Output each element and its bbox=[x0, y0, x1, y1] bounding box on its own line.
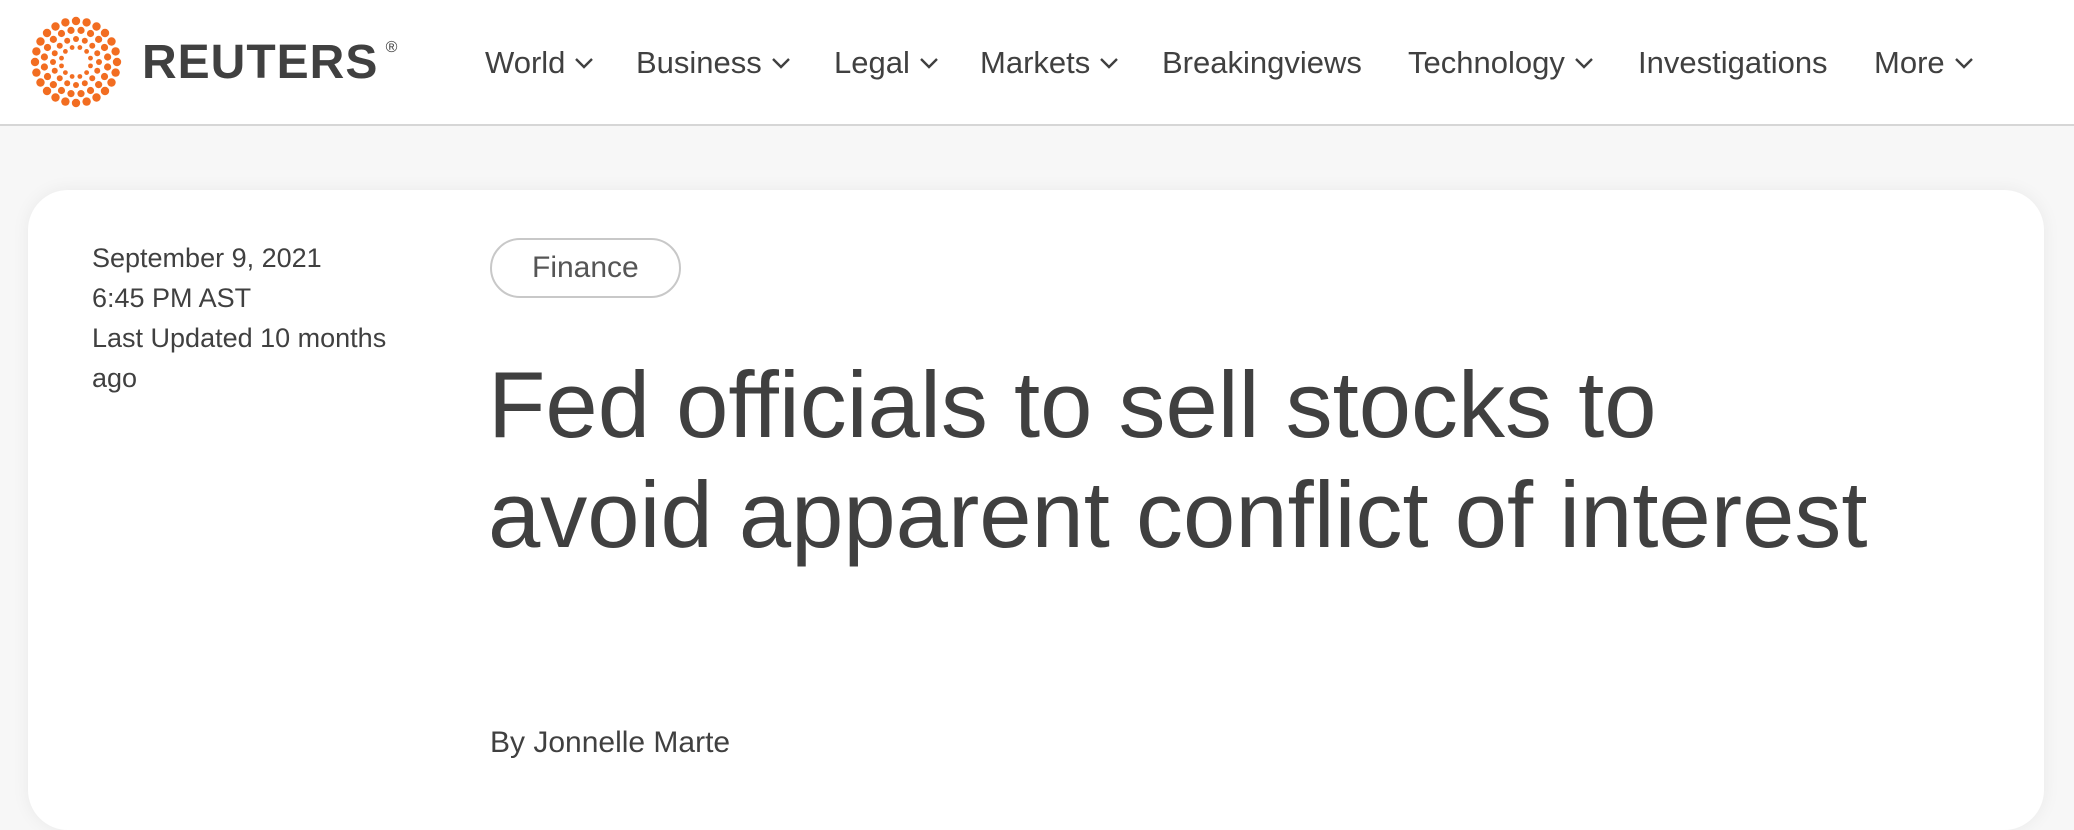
nav-item-label: Technology bbox=[1408, 45, 1565, 80]
nav-item-label: Investigations bbox=[1638, 45, 1828, 80]
nav-item-investigations[interactable]: Investigations bbox=[1638, 40, 1828, 86]
article-card: September 9, 2021 6:45 PM AST Last Updat… bbox=[28, 190, 2044, 830]
article-headline: Fed officials to sell stocks to avoid ap… bbox=[488, 352, 1868, 567]
nav-item-label: More bbox=[1874, 45, 1945, 80]
chevron-down-icon bbox=[575, 58, 594, 69]
nav-item-breakingviews[interactable]: Breakingviews bbox=[1162, 40, 1362, 86]
chevron-down-icon bbox=[1954, 58, 1973, 69]
last-updated: Last Updated 10 months ago bbox=[92, 323, 387, 393]
nav-item-legal[interactable]: Legal bbox=[834, 40, 939, 86]
chevron-down-icon bbox=[1100, 58, 1119, 69]
nav-item-label: Markets bbox=[980, 45, 1091, 80]
chevron-down-icon bbox=[1574, 58, 1593, 69]
chevron-down-icon bbox=[771, 58, 790, 69]
category-tag-finance[interactable]: Finance bbox=[490, 238, 681, 298]
author-byline[interactable]: By Jonnelle Marte bbox=[490, 726, 730, 760]
nav-item-technology[interactable]: Technology bbox=[1408, 40, 1594, 86]
article-meta: September 9, 2021 6:45 PM AST Last Updat… bbox=[92, 238, 432, 398]
nav-item-business[interactable]: Business bbox=[636, 40, 791, 86]
nav-item-world[interactable]: World bbox=[485, 40, 594, 86]
chevron-down-icon bbox=[920, 58, 938, 69]
main-nav: World Business Legal Markets Breakingvie… bbox=[0, 0, 2074, 126]
nav-item-markets[interactable]: Markets bbox=[980, 40, 1119, 86]
nav-item-label: Breakingviews bbox=[1162, 45, 1362, 80]
nav-item-label: World bbox=[485, 45, 566, 80]
nav-item-label: Legal bbox=[834, 45, 910, 80]
publish-date: September 9, 2021 bbox=[92, 243, 322, 273]
nav-item-more[interactable]: More bbox=[1874, 40, 1974, 86]
publish-time: 6:45 PM AST bbox=[92, 283, 252, 313]
nav-item-label: Business bbox=[636, 45, 762, 80]
top-navigation-bar: REUTERS ® World Business Legal Markets Br… bbox=[0, 0, 2074, 126]
